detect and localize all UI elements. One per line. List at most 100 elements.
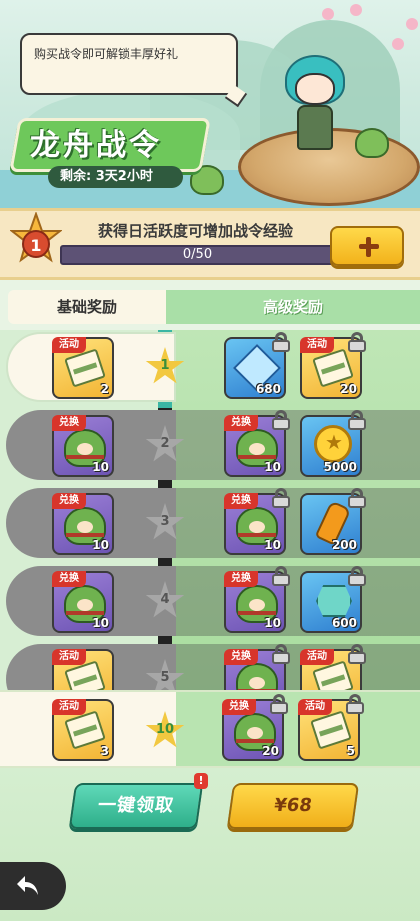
reward-item[interactable]: 兑换 10: [224, 410, 290, 477]
ticket-icon: [312, 660, 354, 692]
reward-item[interactable]: 200: [300, 488, 366, 555]
reward-count: 2: [100, 382, 109, 396]
reward-item[interactable]: 兑换: [224, 644, 290, 692]
level-node: 3: [145, 503, 185, 543]
ticket-icon: [64, 660, 106, 692]
level-badge: 1: [22, 230, 50, 258]
reward-item[interactable]: 活动 2: [52, 337, 114, 399]
reward-count: 10: [92, 538, 109, 552]
zongzi-mascot-icon: [355, 128, 389, 158]
gold-coin-icon: [314, 425, 352, 463]
level-node-number: 2: [160, 436, 170, 451]
reward-item[interactable]: 活动: [300, 644, 366, 692]
back-arrow-icon: [17, 876, 38, 895]
lock-icon: [270, 694, 288, 714]
reward-count: 10: [264, 616, 281, 630]
reward-count: 20: [340, 382, 357, 396]
reward-item[interactable]: 5000: [300, 410, 366, 477]
hero-character: [275, 55, 355, 155]
level-node-number: 10: [155, 722, 175, 737]
lock-icon: [272, 332, 290, 352]
reward-row: 兑换 10 兑换 10 200 3: [0, 486, 420, 560]
reward-count: 10: [264, 538, 281, 552]
reward-row: 活动 2 680 活动 20 1: [0, 330, 420, 404]
reward-tag: 兑换: [222, 699, 256, 715]
reward-tabs: 基础奖励 高级奖励: [0, 290, 420, 324]
reward-count: 3: [100, 744, 109, 758]
claim-notification-badge: !: [194, 773, 208, 789]
level-node: 4: [145, 581, 185, 621]
reward-item[interactable]: 兑换 10: [224, 488, 290, 555]
ticket-icon: [64, 710, 106, 750]
level-node: 5: [145, 659, 185, 692]
reward-tag: 兑换: [52, 415, 86, 431]
reward-count: 600: [331, 616, 357, 630]
xp-progress-bar: 0/50: [60, 245, 335, 265]
level-node: 1: [145, 347, 185, 387]
ticket-icon: [310, 710, 352, 750]
xp-hint: 获得日活跃度可增加战令经验: [98, 222, 294, 240]
blossom-icon: [406, 18, 418, 30]
reward-tag: 兑换: [224, 649, 258, 665]
xp-progress-text: 0/50: [182, 247, 213, 262]
reward-tag: 活动: [52, 699, 86, 715]
reward-tag: 活动: [300, 337, 334, 353]
reward-tag: 兑换: [52, 571, 86, 587]
level-node-number: 3: [160, 514, 170, 529]
buy-level-button[interactable]: [330, 226, 404, 266]
reward-item[interactable]: 680: [224, 332, 290, 399]
reward-item[interactable]: 600: [300, 566, 366, 633]
buy-pass-button[interactable]: ¥68: [226, 783, 360, 829]
ticket-icon: [64, 348, 106, 388]
remaining-time: 剩余: 3天2小时: [48, 166, 183, 188]
reward-count: 20: [262, 744, 279, 758]
blossom-icon: [392, 38, 404, 50]
tab-advanced-rewards[interactable]: 高级奖励: [166, 290, 420, 324]
reward-item[interactable]: 活动: [52, 649, 114, 692]
reward-tag: 兑换: [224, 493, 258, 509]
crystal-ore-icon: [316, 585, 352, 617]
final-reward-row: 活动 3 兑换 20 活动 5 10: [0, 690, 420, 768]
reward-item[interactable]: 兑换 10: [52, 415, 114, 477]
reward-tag: 活动: [52, 649, 86, 665]
reward-item[interactable]: 活动 5: [298, 694, 364, 761]
level-node: 2: [145, 425, 185, 465]
lock-icon: [348, 644, 366, 664]
reward-count: 10: [92, 460, 109, 474]
reward-item[interactable]: 兑换 10: [224, 566, 290, 633]
lock-icon: [348, 566, 366, 586]
reward-count: 10: [92, 616, 109, 630]
blossom-icon: [350, 4, 362, 16]
reward-item[interactable]: 兑换 20: [222, 694, 288, 761]
reward-item[interactable]: 活动 3: [52, 699, 114, 761]
reward-count: 10: [264, 460, 281, 474]
lock-icon: [272, 644, 290, 664]
reward-item[interactable]: 活动 20: [300, 332, 366, 399]
level-node: 10: [145, 711, 185, 751]
zongzi-icon: [236, 663, 278, 692]
reward-row: 兑换 10 兑换 10 600 4: [0, 564, 420, 638]
page-title: 龙舟战令: [30, 128, 162, 163]
reward-item[interactable]: 兑换 10: [52, 571, 114, 633]
lock-icon: [348, 488, 366, 508]
blossom-icon: [322, 8, 334, 20]
claim-all-button[interactable]: 一键领取: [68, 783, 204, 829]
reward-count: 5: [346, 744, 355, 758]
reward-tag: 兑换: [224, 571, 258, 587]
lock-icon: [272, 410, 290, 430]
back-button[interactable]: [0, 862, 66, 910]
reward-tag: 活动: [298, 699, 332, 715]
reward-list[interactable]: 活动 2 680 活动 20 1 兑换 10 兑换 10 5000 2 兑换 10 兑换 10 200 3 兑换 10…: [0, 330, 420, 692]
speech-text: 购买战令即可解锁丰厚好礼: [34, 47, 179, 61]
reward-count: 680: [255, 382, 281, 396]
reward-count: 5000: [323, 460, 357, 474]
level-node-number: 4: [160, 592, 170, 607]
reward-tag: 兑换: [224, 415, 258, 431]
reward-item[interactable]: 兑换 10: [52, 493, 114, 555]
reward-row: 活动 兑换 活动 5: [0, 642, 420, 692]
lock-icon: [272, 488, 290, 508]
tab-basic-rewards[interactable]: 基础奖励: [8, 290, 166, 324]
reward-tag: 活动: [300, 649, 334, 665]
reward-tag: 活动: [52, 337, 86, 353]
speech-bubble: 购买战令即可解锁丰厚好礼: [20, 33, 238, 95]
